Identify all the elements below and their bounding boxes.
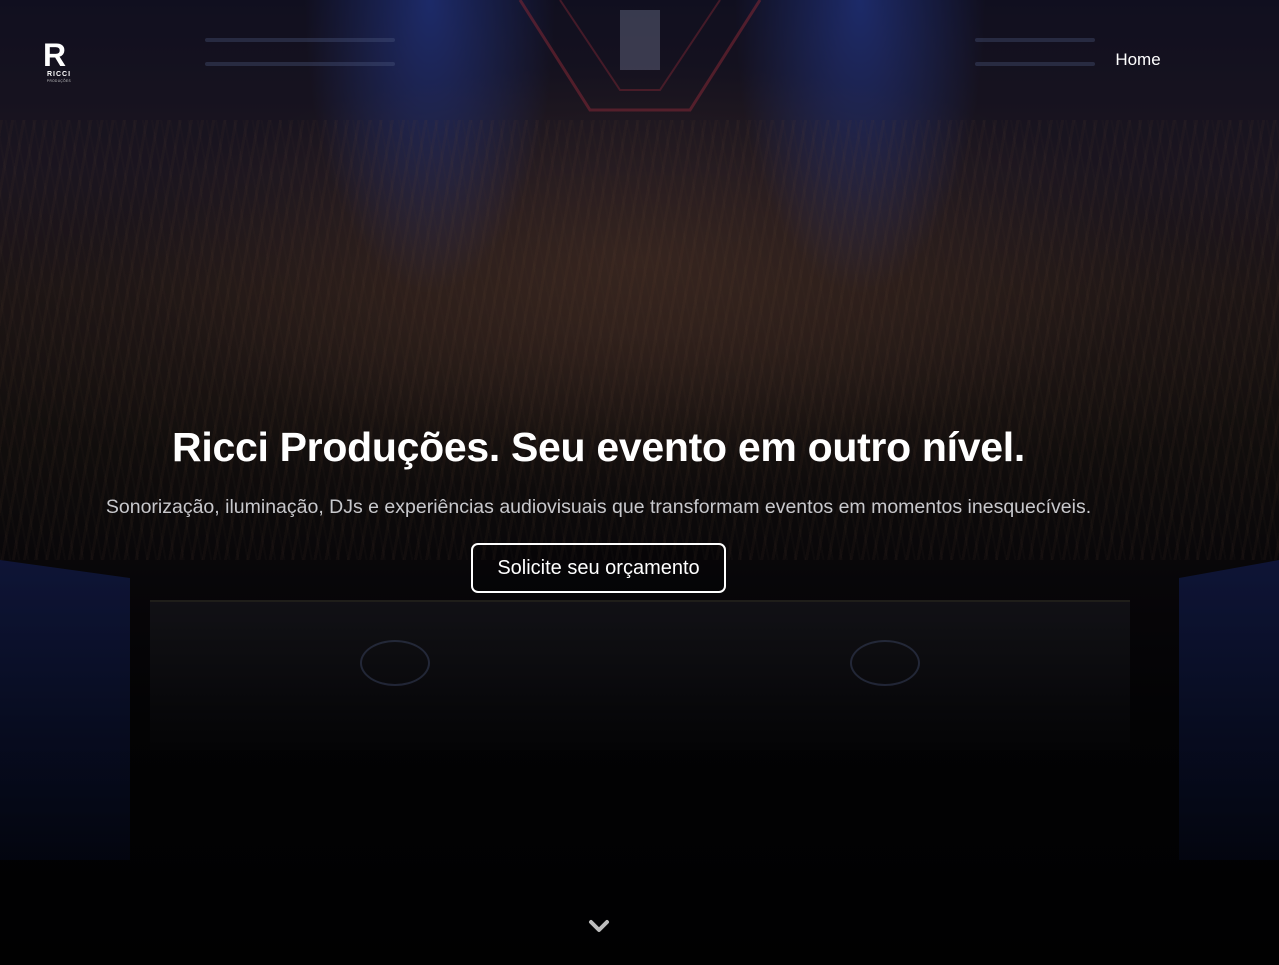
nav-home-link[interactable]: Home bbox=[1098, 48, 1178, 72]
request-quote-button[interactable]: Solicite seu orçamento bbox=[471, 543, 726, 593]
hero-section: R RICCI PRODUÇÕES Home Ricci Produções. … bbox=[0, 0, 1279, 965]
logo-name: RICCI bbox=[47, 71, 71, 78]
hero-headline: Ricci Produções. Seu evento em outro nív… bbox=[172, 424, 1025, 470]
hero-subheadline: Sonorização, iluminação, DJs e experiênc… bbox=[105, 496, 1092, 518]
logo-letter: R bbox=[43, 37, 66, 73]
chevron-down-icon bbox=[589, 920, 609, 932]
dark-overlay bbox=[0, 0, 1279, 965]
logo-tagline: PRODUÇÕES bbox=[47, 78, 71, 83]
brand-logo[interactable]: R RICCI PRODUÇÕES bbox=[40, 36, 80, 86]
scroll-down-button[interactable] bbox=[588, 918, 610, 936]
